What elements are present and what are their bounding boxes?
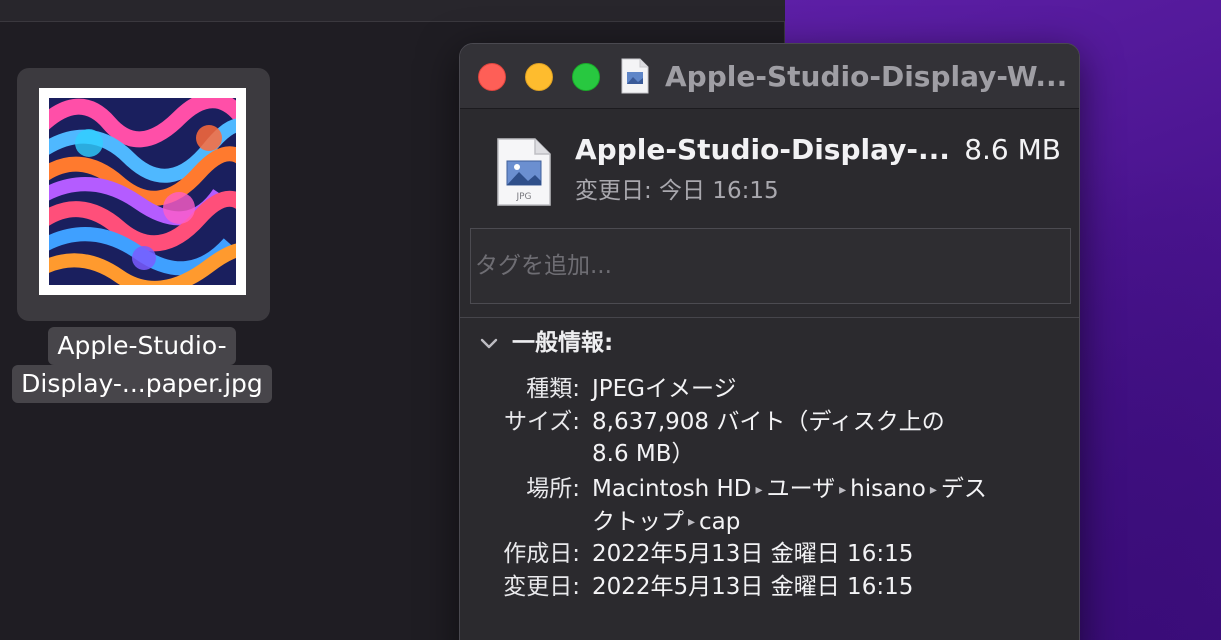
file-size: 8.6 MB — [964, 133, 1061, 166]
jpg-file-icon: JPG — [497, 138, 551, 206]
size-label: サイズ: — [503, 409, 580, 435]
where-value: Macintosh HD ▸ ユーザ ▸ hisano ▸ デス クトップ ▸ cap — [592, 473, 1052, 538]
file-label-line-1: Apple-Studio- — [48, 327, 236, 365]
general-section-title: 一般情報: — [512, 330, 614, 356]
modified-date-summary: 変更日: 今日 16:15 — [575, 178, 779, 204]
window-title: Apple-Studio-Display-W... — [665, 60, 1065, 93]
size-value: 8,637,908 バイト（ディスク上の 8.6 MB） — [592, 406, 1052, 470]
file-thumbnail[interactable] — [39, 88, 246, 295]
path-desktop-part-2: クトップ — [592, 508, 684, 535]
tags-input[interactable] — [470, 228, 1071, 304]
file-name: Apple-Studio-Display-... — [575, 133, 950, 166]
kind-value: JPEGイメージ — [592, 376, 737, 402]
background-window-toolbar — [0, 0, 785, 22]
window-titlebar[interactable]: Apple-Studio-Display-W... — [460, 44, 1079, 109]
document-icon[interactable] — [620, 58, 650, 94]
created-value: 2022年5月13日 金曜日 16:15 — [592, 541, 914, 567]
modified-value: 2022年5月13日 金曜日 16:15 — [592, 574, 914, 600]
minimize-button[interactable] — [525, 63, 553, 91]
general-section-toggle[interactable]: 一般情報: — [478, 325, 613, 361]
size-value-line-2: 8.6 MB） — [592, 441, 695, 467]
path-cap: cap — [699, 508, 741, 535]
path-separator-icon: ▸ — [839, 481, 847, 498]
section-divider — [460, 317, 1079, 318]
path-desktop-part-1: デス — [940, 476, 987, 502]
kind-label: 種類: — [526, 376, 580, 402]
modified-label: 変更日: — [503, 574, 580, 600]
chevron-down-icon — [480, 338, 498, 349]
path-hisano: hisano — [850, 476, 926, 502]
file-label-line-2: Display-...paper.jpg — [12, 365, 272, 403]
wallpaper-thumbnail-image — [49, 98, 236, 285]
get-info-window: Apple-Studio-Display-W... JPG Apple-Stud… — [459, 43, 1080, 640]
path-macintosh-hd: Macintosh HD — [592, 476, 752, 502]
path-separator-icon: ▸ — [929, 481, 937, 498]
path-separator-icon: ▸ — [755, 481, 763, 498]
created-label: 作成日: — [503, 541, 580, 567]
zoom-button[interactable] — [572, 63, 600, 91]
close-button[interactable] — [478, 63, 506, 91]
path-users: ユーザ — [766, 476, 836, 502]
jpg-icon-label: JPG — [515, 192, 531, 202]
desktop-file-name[interactable]: Apple-Studio- Display-...paper.jpg — [6, 327, 278, 403]
size-value-line-1: 8,637,908 バイト（ディスク上の — [592, 409, 945, 435]
where-label: 場所: — [526, 476, 580, 502]
path-separator-icon: ▸ — [688, 514, 696, 530]
